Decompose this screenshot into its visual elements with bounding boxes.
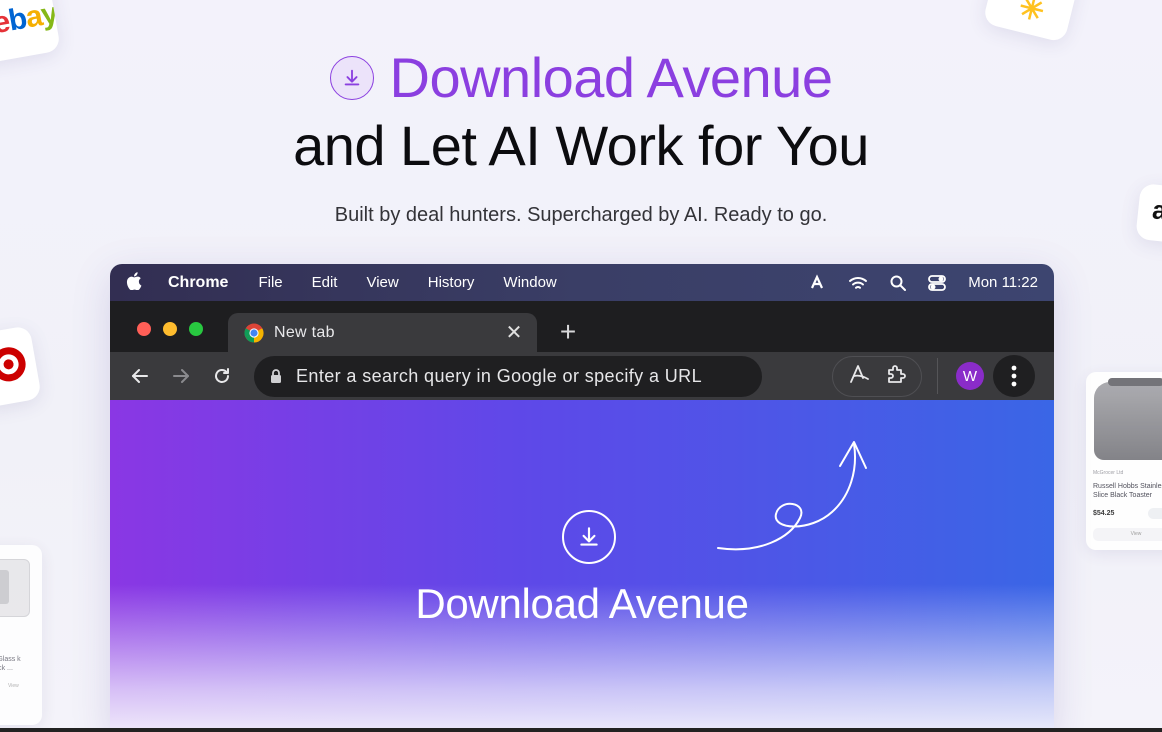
tab-new-tab[interactable]: New tab ✕ bbox=[228, 313, 537, 352]
hero-title-line2: and Let AI Work for You bbox=[293, 114, 869, 177]
menu-file[interactable]: File bbox=[258, 274, 282, 291]
reload-icon[interactable] bbox=[210, 364, 234, 388]
product-card-toaster: McGrocer Ltd Russell Hobbs Stainless 2 S… bbox=[1086, 372, 1162, 550]
address-bar-placeholder: Enter a search query in Google or specif… bbox=[296, 365, 702, 386]
search-icon[interactable] bbox=[890, 275, 907, 291]
curved-arrow-icon bbox=[717, 441, 867, 551]
menu-window[interactable]: Window bbox=[503, 274, 556, 291]
forward-icon[interactable] bbox=[169, 364, 193, 388]
bottom-edge-bar bbox=[0, 728, 1162, 732]
content-title: Download Avenue bbox=[415, 580, 749, 627]
product-badge bbox=[1148, 508, 1162, 519]
menubar-clock: Mon 11:22 bbox=[968, 274, 1038, 291]
new-tab-button[interactable]: + bbox=[556, 318, 580, 346]
product-title: ce Glass k Black ... bbox=[0, 656, 21, 672]
microwave-image bbox=[0, 559, 30, 617]
lock-icon[interactable] bbox=[270, 368, 282, 384]
toolbar-divider bbox=[937, 358, 938, 394]
tab-title: New tab bbox=[274, 323, 335, 341]
hero-title-accent: Download Avenue bbox=[389, 46, 833, 109]
address-bar[interactable]: Enter a search query in Google or specif… bbox=[254, 355, 762, 397]
back-icon[interactable] bbox=[128, 364, 152, 388]
window-close-button[interactable] bbox=[137, 322, 151, 336]
new-tab-content: Download Avenue bbox=[110, 400, 1054, 732]
control-center-icon[interactable] bbox=[928, 274, 947, 291]
mac-menubar: Chrome File Edit View History Window Mon… bbox=[110, 264, 1054, 301]
product-view-button: View bbox=[8, 683, 19, 689]
tab-strip: New tab ✕ + bbox=[110, 301, 1054, 352]
apple-icon[interactable] bbox=[126, 271, 142, 294]
target-logo-card bbox=[0, 325, 42, 409]
ebay-logo: ebay bbox=[0, 0, 60, 41]
wifi-icon[interactable] bbox=[848, 275, 868, 291]
menu-view[interactable]: View bbox=[366, 274, 398, 291]
toaster-image bbox=[1094, 378, 1162, 460]
walmart-spark-icon: ✳ bbox=[1015, 0, 1048, 29]
hero-title-line1: Download Avenue bbox=[0, 48, 1162, 108]
more-menu-icon[interactable] bbox=[993, 355, 1035, 397]
download-icon bbox=[562, 510, 616, 564]
walmart-logo-card: ✳ bbox=[982, 0, 1082, 44]
avenue-extension-icon[interactable] bbox=[848, 363, 872, 390]
chrome-logo-icon bbox=[244, 323, 264, 343]
browser-toolbar: Enter a search query in Google or specif… bbox=[110, 352, 1054, 400]
product-view-button: View bbox=[1093, 528, 1162, 541]
tab-close-icon[interactable]: ✕ bbox=[505, 320, 523, 345]
download-icon bbox=[329, 56, 374, 100]
menubar-app-name[interactable]: Chrome bbox=[168, 274, 228, 292]
hero-subtitle: Built by deal hunters. Supercharged by A… bbox=[334, 204, 828, 226]
product-title: Russell Hobbs Stainless 2 Slice Black To… bbox=[1093, 483, 1162, 499]
window-minimize-button[interactable] bbox=[163, 322, 177, 336]
menu-edit[interactable]: Edit bbox=[312, 274, 338, 291]
extensions-puzzle-icon[interactable] bbox=[885, 363, 907, 390]
profile-avatar[interactable]: W bbox=[956, 362, 984, 390]
target-logo-icon bbox=[0, 344, 29, 385]
avenue-status-icon[interactable] bbox=[808, 273, 826, 292]
product-price: $54.25 bbox=[1093, 510, 1115, 517]
browser-mockup: Chrome File Edit View History Window Mon… bbox=[110, 264, 1054, 732]
product-brand: McGrocer Ltd bbox=[1093, 470, 1124, 476]
window-zoom-button[interactable] bbox=[189, 322, 203, 336]
menu-history[interactable]: History bbox=[428, 274, 475, 291]
product-card-microwave: ce Glass k Black ... View bbox=[0, 545, 42, 725]
extensions-group bbox=[832, 355, 922, 397]
